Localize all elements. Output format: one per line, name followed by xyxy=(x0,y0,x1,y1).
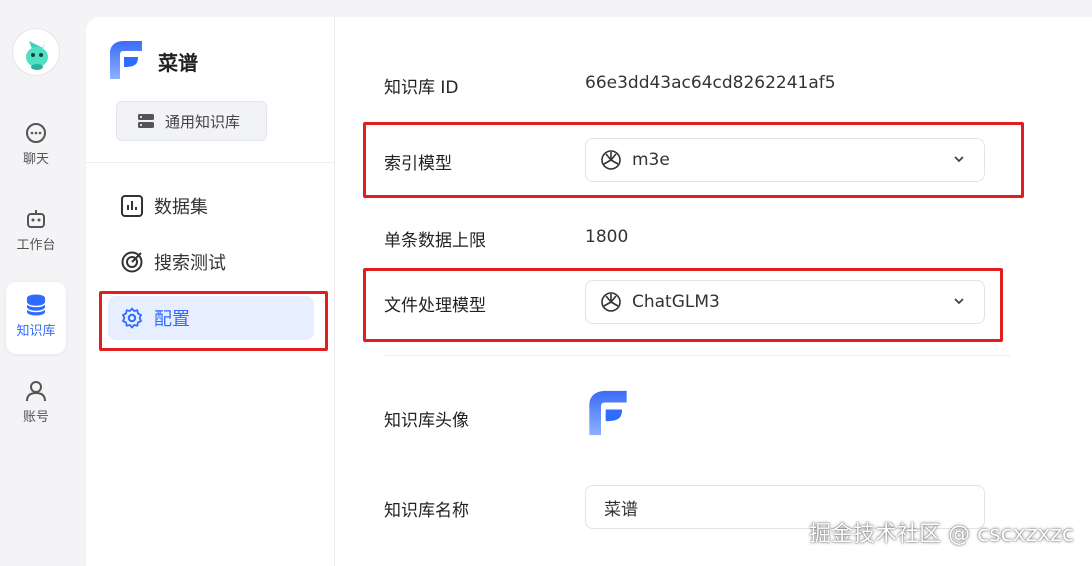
rail-label-knowledge-base: 知识库 xyxy=(16,324,56,339)
left-rail: 聊天 工作台 知识库 账号 xyxy=(0,0,74,566)
rail-item-chat[interactable]: 聊天 xyxy=(6,110,66,182)
nav-label-search-test: 搜索测试 xyxy=(154,253,226,274)
target-icon xyxy=(121,251,143,273)
rail-item-account[interactable]: 账号 xyxy=(6,368,66,440)
watermark: 掘金技术社区 @ cscxzxzc xyxy=(809,522,1074,547)
kb-name-label: 知识库名称 xyxy=(384,501,469,521)
kb-avatar-image[interactable] xyxy=(587,387,629,439)
user-icon xyxy=(26,381,46,402)
nav-label-dataset: 数据集 xyxy=(154,197,208,218)
annotation-box-config xyxy=(99,291,328,351)
dataset-type-badge: 通用知识库 xyxy=(116,101,267,141)
max-data-value: 1800 xyxy=(585,227,629,247)
kb-name-value: 菜谱 xyxy=(604,499,638,520)
dataset-type-label: 通用知识库 xyxy=(165,112,241,131)
max-data-label: 单条数据上限 xyxy=(384,231,486,251)
kb-id-value: 66e3dd43ac64cd8262241af5 xyxy=(585,73,836,93)
rail-label-workbench: 工作台 xyxy=(16,238,56,253)
sidebar-divider xyxy=(86,162,335,163)
dataset-logo xyxy=(110,41,142,79)
section-divider xyxy=(384,355,1010,356)
dataset-name: 菜谱 xyxy=(158,51,198,75)
rail-item-workbench[interactable]: 工作台 xyxy=(6,196,66,268)
chat-icon xyxy=(26,123,46,143)
rail-item-knowledge-base[interactable]: 知识库 xyxy=(6,282,66,354)
app-avatar[interactable] xyxy=(12,28,60,76)
robot-icon xyxy=(27,210,45,228)
annotation-box-index-model xyxy=(363,122,1024,198)
database-icon xyxy=(26,294,46,316)
nav-item-dataset[interactable]: 数据集 xyxy=(108,184,314,228)
rail-label-chat: 聊天 xyxy=(22,152,49,167)
kb-id-label: 知识库 ID xyxy=(384,78,459,98)
nav-item-search-test[interactable]: 搜索测试 xyxy=(108,240,314,284)
mascot-icon xyxy=(26,41,48,70)
annotation-box-file-model xyxy=(363,268,1003,342)
server-icon xyxy=(138,114,154,128)
avatar-label: 知识库头像 xyxy=(384,411,469,431)
bar-chart-icon xyxy=(121,195,143,217)
rail-label-account: 账号 xyxy=(22,410,49,425)
